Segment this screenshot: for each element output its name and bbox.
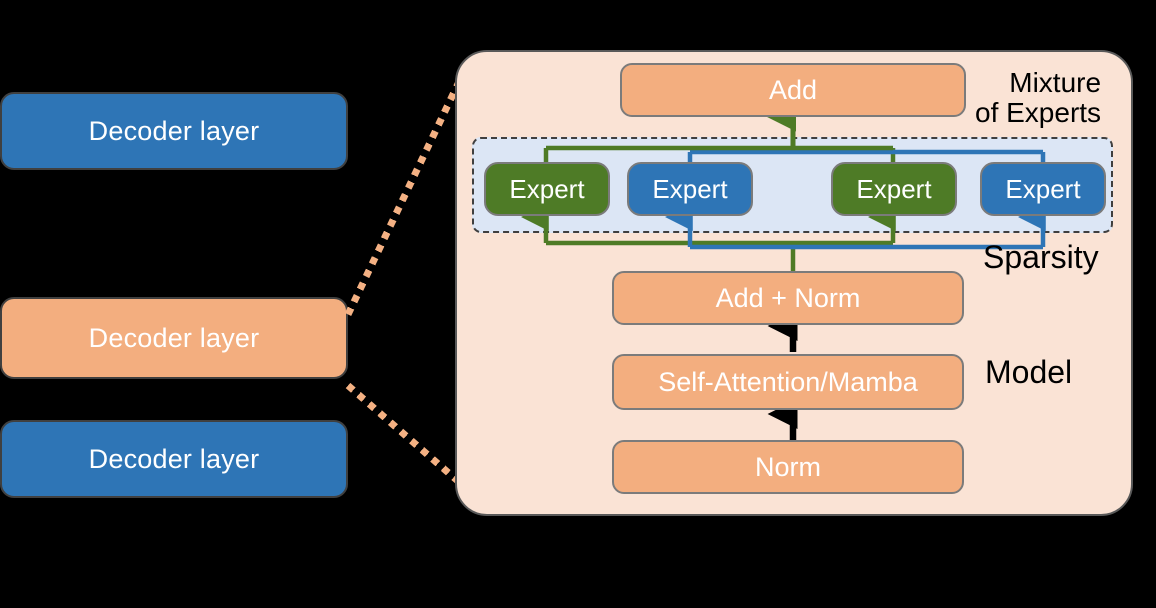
label-mixture-of-experts: Mixture of Experts [975, 67, 1102, 129]
decoder-layer-top-label: Decoder layer [88, 115, 260, 146]
node-add-label: Add [768, 74, 818, 105]
decoder-layer-bottom-label: Decoder layer [88, 443, 260, 474]
label-model: Model [985, 354, 1073, 390]
node-self-attention-mamba[interactable]: Self-Attention/Mamba [612, 354, 964, 410]
decoder-layer-highlighted[interactable]: Decoder layer [0, 297, 348, 379]
node-norm[interactable]: Norm [612, 440, 964, 494]
diagram-canvas: Decoder layer Decoder layer Decoder laye… [0, 0, 1156, 608]
label-sparsity: Sparsity [983, 239, 1099, 275]
expert-4-label: Expert [1005, 173, 1081, 204]
expert-1[interactable]: Expert [484, 162, 610, 216]
expert-2[interactable]: Expert [627, 162, 753, 216]
label-mixture-of-experts-line1: Mixture [1009, 67, 1102, 98]
expert-2-label: Expert [652, 173, 728, 204]
expert-3[interactable]: Expert [831, 162, 957, 216]
expert-1-label: Expert [509, 173, 585, 204]
node-self-attention-mamba-label: Self-Attention/Mamba [658, 366, 918, 397]
expert-4[interactable]: Expert [980, 162, 1106, 216]
expert-3-label: Expert [856, 173, 932, 204]
node-norm-label: Norm [755, 451, 821, 482]
node-add[interactable]: Add [620, 63, 966, 117]
decoder-layer-top[interactable]: Decoder layer [0, 92, 348, 170]
decoder-layer-bottom[interactable]: Decoder layer [0, 420, 348, 498]
label-mixture-of-experts-line2: of Experts [975, 97, 1102, 129]
node-add-norm-label: Add + Norm [715, 282, 861, 313]
node-add-norm[interactable]: Add + Norm [612, 271, 964, 325]
dotted-connector-top [344, 64, 470, 317]
decoder-layer-highlighted-label: Decoder layer [88, 322, 260, 353]
